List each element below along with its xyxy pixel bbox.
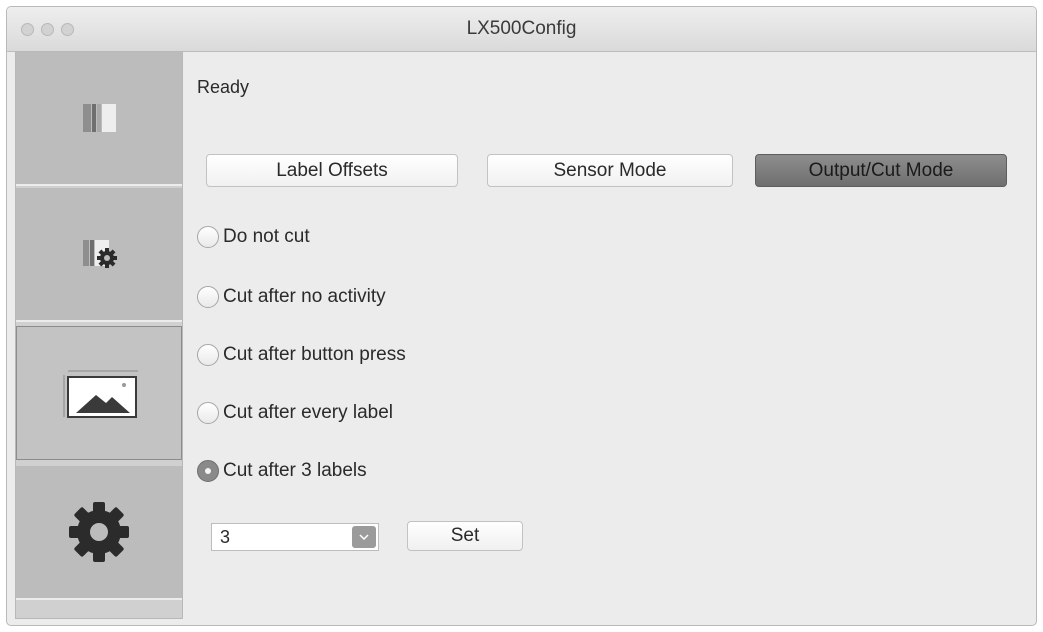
title-bar: LX500Config xyxy=(7,7,1036,52)
radio-button[interactable] xyxy=(197,226,219,248)
radio-do-not-cut[interactable]: Do not cut xyxy=(197,223,310,251)
window-title: LX500Config xyxy=(466,18,577,39)
status-text: Ready xyxy=(197,77,250,97)
radio-label: Do not cut xyxy=(223,226,310,247)
radio-cut-after-every-label[interactable]: Cut after every label xyxy=(197,399,393,427)
radio-button-selected[interactable] xyxy=(197,460,219,482)
sidebar-item-image-print[interactable] xyxy=(16,326,182,460)
app-window: LX500Config Ready Label Offsets Sensor M… xyxy=(6,6,1037,626)
radio-cut-after-button-press[interactable]: Cut after button press xyxy=(197,341,406,369)
label-offsets-button[interactable]: Label Offsets xyxy=(206,154,458,187)
set-button[interactable]: Set xyxy=(407,521,523,551)
output-cut-mode-button[interactable]: Output/Cut Mode xyxy=(755,154,1007,187)
gear-icon xyxy=(69,502,129,562)
labels-count-select[interactable]: 3 xyxy=(211,523,379,551)
label-settings-icon xyxy=(83,240,117,268)
radio-label: Cut after every label xyxy=(223,402,394,423)
radio-cut-after-no-activity[interactable]: Cut after no activity xyxy=(197,283,386,311)
sidebar-item-settings[interactable] xyxy=(16,466,182,600)
labels-count-value: 3 xyxy=(220,527,231,547)
radio-button[interactable] xyxy=(197,344,219,366)
radio-button[interactable] xyxy=(197,402,219,424)
radio-button[interactable] xyxy=(197,286,219,308)
radio-label: Cut after no activity xyxy=(223,286,386,307)
chevron-down-icon[interactable] xyxy=(352,526,376,548)
radio-label: Cut after 3 labels xyxy=(223,460,367,481)
image-print-icon xyxy=(63,370,138,418)
radio-cut-after-n-labels[interactable]: Cut after 3 labels xyxy=(197,457,367,485)
sensor-mode-button[interactable]: Sensor Mode xyxy=(487,154,733,187)
radio-label: Cut after button press xyxy=(223,344,406,365)
sidebar-item-label-settings[interactable] xyxy=(16,188,182,322)
label-roll-icon xyxy=(83,104,116,132)
sidebar xyxy=(15,51,183,619)
sidebar-item-label-roll[interactable] xyxy=(16,52,182,186)
